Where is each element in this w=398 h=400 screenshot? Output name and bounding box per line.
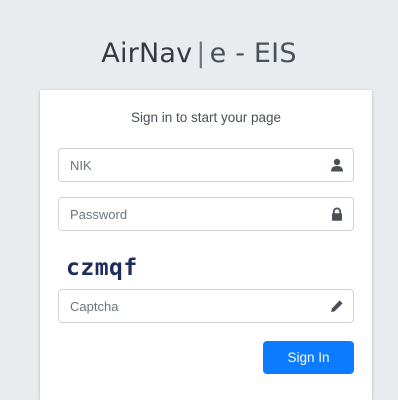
app-logo[interactable]: AirNav | e - EIS: [0, 38, 398, 69]
captcha-field: [58, 289, 354, 323]
login-box-message: Sign in to start your page: [130, 110, 282, 125]
login-card: Sign in to start your page czmqf Sign In: [40, 90, 372, 400]
captcha-input[interactable]: [59, 290, 320, 322]
nik-input[interactable]: [59, 149, 320, 181]
nik-field: [58, 148, 354, 182]
password-input[interactable]: [59, 198, 320, 230]
sign-in-button[interactable]: Sign In: [263, 341, 354, 374]
brand-name: AirNav: [101, 38, 193, 69]
brand-suffix: e - EIS: [209, 38, 297, 69]
brand-separator: |: [196, 38, 206, 69]
lock-icon: [332, 207, 342, 221]
password-field: [58, 197, 354, 231]
pencil-icon: [331, 300, 343, 312]
user-icon: [331, 158, 343, 172]
captcha-image: czmqf: [66, 255, 138, 281]
